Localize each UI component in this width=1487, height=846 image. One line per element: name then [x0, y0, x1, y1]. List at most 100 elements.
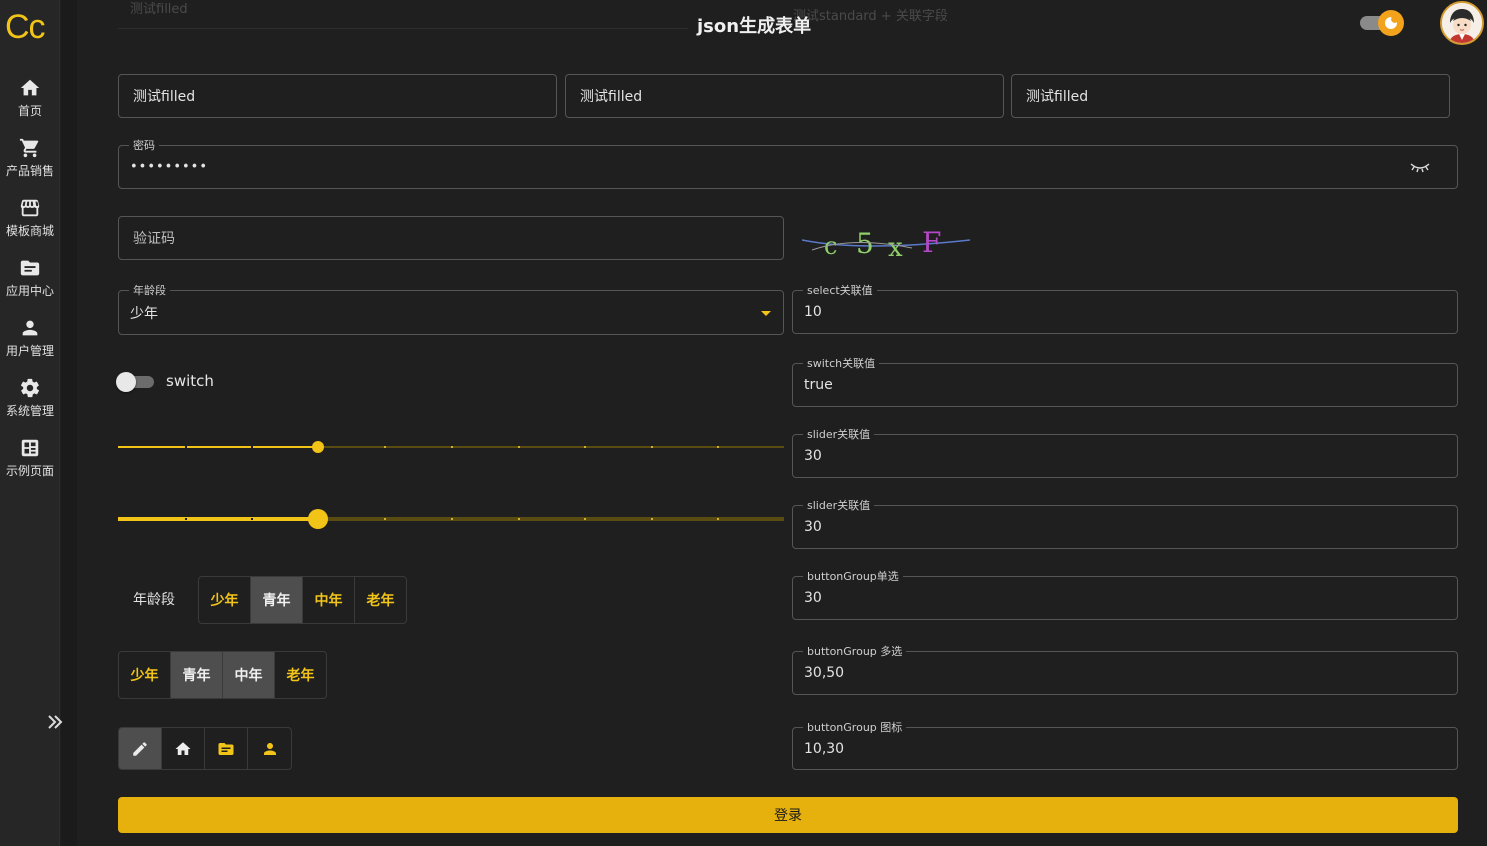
single-option-teen[interactable]: 少年 — [199, 577, 251, 623]
switch-linked-field[interactable]: switch关联值 true — [792, 355, 1458, 407]
single-option-old[interactable]: 老年 — [355, 577, 406, 623]
sidebar-item-sales[interactable]: 产品销售 — [0, 137, 60, 179]
sidebar-item-users[interactable]: 用户管理 — [0, 317, 60, 359]
captcha-image[interactable]: c 5 x F — [801, 222, 971, 266]
switch-label: switch — [166, 372, 214, 390]
pencil-icon — [133, 741, 147, 756]
cart-icon — [19, 138, 39, 158]
slider-fill — [118, 446, 318, 448]
slider-linked-field-1[interactable]: slider关联值 30 — [792, 426, 1458, 478]
switch-toggle[interactable] — [116, 372, 154, 392]
folder-icon — [20, 260, 40, 276]
captcha-input[interactable]: 验证码 — [118, 216, 784, 260]
folder-icon — [218, 742, 234, 755]
select-linked-field[interactable]: select关联值 10 — [792, 282, 1458, 334]
sidebar-item-label: 首页 — [17, 104, 42, 118]
age-select-value: 少年 — [130, 305, 158, 322]
theme-toggle-knob — [1378, 10, 1404, 36]
gear-icon — [20, 378, 40, 398]
multi-option-youth[interactable]: 青年 — [171, 652, 223, 698]
sidebar-item-home[interactable]: 首页 — [0, 77, 60, 119]
home-icon — [175, 741, 191, 755]
icon-option-folder[interactable] — [205, 728, 248, 769]
icon-option-user[interactable] — [248, 728, 291, 769]
slider-tick — [651, 446, 653, 448]
slider-tick — [651, 518, 653, 520]
slider-tick — [384, 446, 386, 448]
dropdown-arrow-icon — [761, 311, 771, 316]
multi-option-teen[interactable]: 少年 — [119, 652, 171, 698]
scrolled-field-label: 测试filled — [130, 2, 188, 17]
icon-option-home[interactable] — [162, 728, 205, 769]
sidebar-item-store[interactable]: 模板商城 — [0, 197, 60, 239]
slider-tick — [185, 446, 187, 448]
sidebar-item-label: 产品销售 — [5, 164, 54, 178]
scrolled-section-label: 测试standard + 关联字段 — [793, 9, 948, 24]
slider-tick — [518, 446, 520, 448]
filled-field-3[interactable]: 测试filled — [1011, 74, 1450, 118]
slider-linked-field-2[interactable]: slider关联值 30 — [792, 497, 1458, 549]
slider-tick — [717, 446, 719, 448]
slider-tick — [251, 518, 253, 520]
toggle-password-visibility-button[interactable] — [1409, 160, 1431, 174]
svg-text:5: 5 — [856, 227, 874, 260]
eye-closed-icon — [1410, 163, 1430, 173]
double-chevron-right-icon — [48, 715, 63, 729]
slider-small[interactable] — [118, 437, 784, 457]
page-title: json生成表单 — [697, 16, 812, 37]
expand-sidebar-button[interactable] — [45, 712, 65, 732]
icon-button-group — [118, 727, 292, 770]
svg-text:x: x — [888, 233, 903, 263]
multi-button-group: 少年 青年 中年 老年 — [118, 651, 327, 699]
user-icon — [263, 742, 276, 755]
button-group-icon-field[interactable]: buttonGroup 图标 10,30 — [792, 719, 1458, 770]
app-logo: Cc — [5, 8, 46, 46]
sidebar-item-label: 示例页面 — [5, 464, 54, 478]
slider-tick — [717, 518, 719, 520]
theme-toggle[interactable] — [1360, 10, 1406, 36]
moon-icon — [1385, 17, 1397, 29]
slider-thumb[interactable] — [312, 441, 324, 453]
home-icon — [20, 79, 40, 96]
dashboard-icon — [21, 439, 39, 457]
age-select-label: 年龄段 — [129, 282, 170, 298]
age-select[interactable]: 年龄段 少年 — [118, 282, 784, 335]
filled-field-2[interactable]: 测试filled — [565, 74, 1004, 118]
scrolled-field-underline — [118, 28, 688, 29]
store-icon — [20, 199, 40, 217]
slider-tick — [584, 446, 586, 448]
filled-field-1[interactable]: 测试filled — [118, 74, 557, 118]
button-group-single-field[interactable]: buttonGroup单选 30 — [792, 568, 1458, 620]
single-button-group: 少年 青年 中年 老年 — [198, 576, 407, 624]
sidebar-item-system[interactable]: 系统管理 — [0, 377, 60, 419]
button-group-multi-field[interactable]: buttonGroup 多选 30,50 — [792, 643, 1458, 695]
slider-tick — [185, 518, 187, 520]
slider-thumb[interactable] — [308, 509, 328, 529]
slider-tick — [518, 518, 520, 520]
button-group-label: 年龄段 — [133, 592, 175, 608]
multi-option-old[interactable]: 老年 — [275, 652, 326, 698]
svg-text:F: F — [922, 226, 941, 259]
avatar-image — [1442, 3, 1482, 43]
sidebar-item-apps[interactable]: 应用中心 — [0, 257, 60, 299]
single-option-youth[interactable]: 青年 — [251, 577, 303, 623]
slider-tick — [584, 518, 586, 520]
user-icon — [22, 320, 38, 336]
sidebar-item-label: 应用中心 — [5, 284, 54, 298]
login-button[interactable]: 登录 — [118, 797, 1458, 833]
avatar[interactable] — [1440, 1, 1484, 45]
password-value: ••••••••• — [130, 159, 209, 175]
multi-option-middle[interactable]: 中年 — [223, 652, 275, 698]
slider-fill — [118, 517, 318, 521]
slider-tick — [451, 518, 453, 520]
sidebar-item-label: 用户管理 — [5, 344, 54, 358]
password-field[interactable]: 密码 ••••••••• — [118, 137, 1458, 189]
sidebar-item-examples[interactable]: 示例页面 — [0, 437, 60, 479]
icon-option-edit[interactable] — [119, 728, 162, 769]
single-option-middle[interactable]: 中年 — [303, 577, 355, 623]
slider-tick — [251, 446, 253, 448]
sidebar-item-label: 模板商城 — [5, 224, 54, 238]
password-label: 密码 — [129, 137, 159, 153]
slider-tick — [451, 446, 453, 448]
slider-large[interactable] — [118, 509, 784, 529]
